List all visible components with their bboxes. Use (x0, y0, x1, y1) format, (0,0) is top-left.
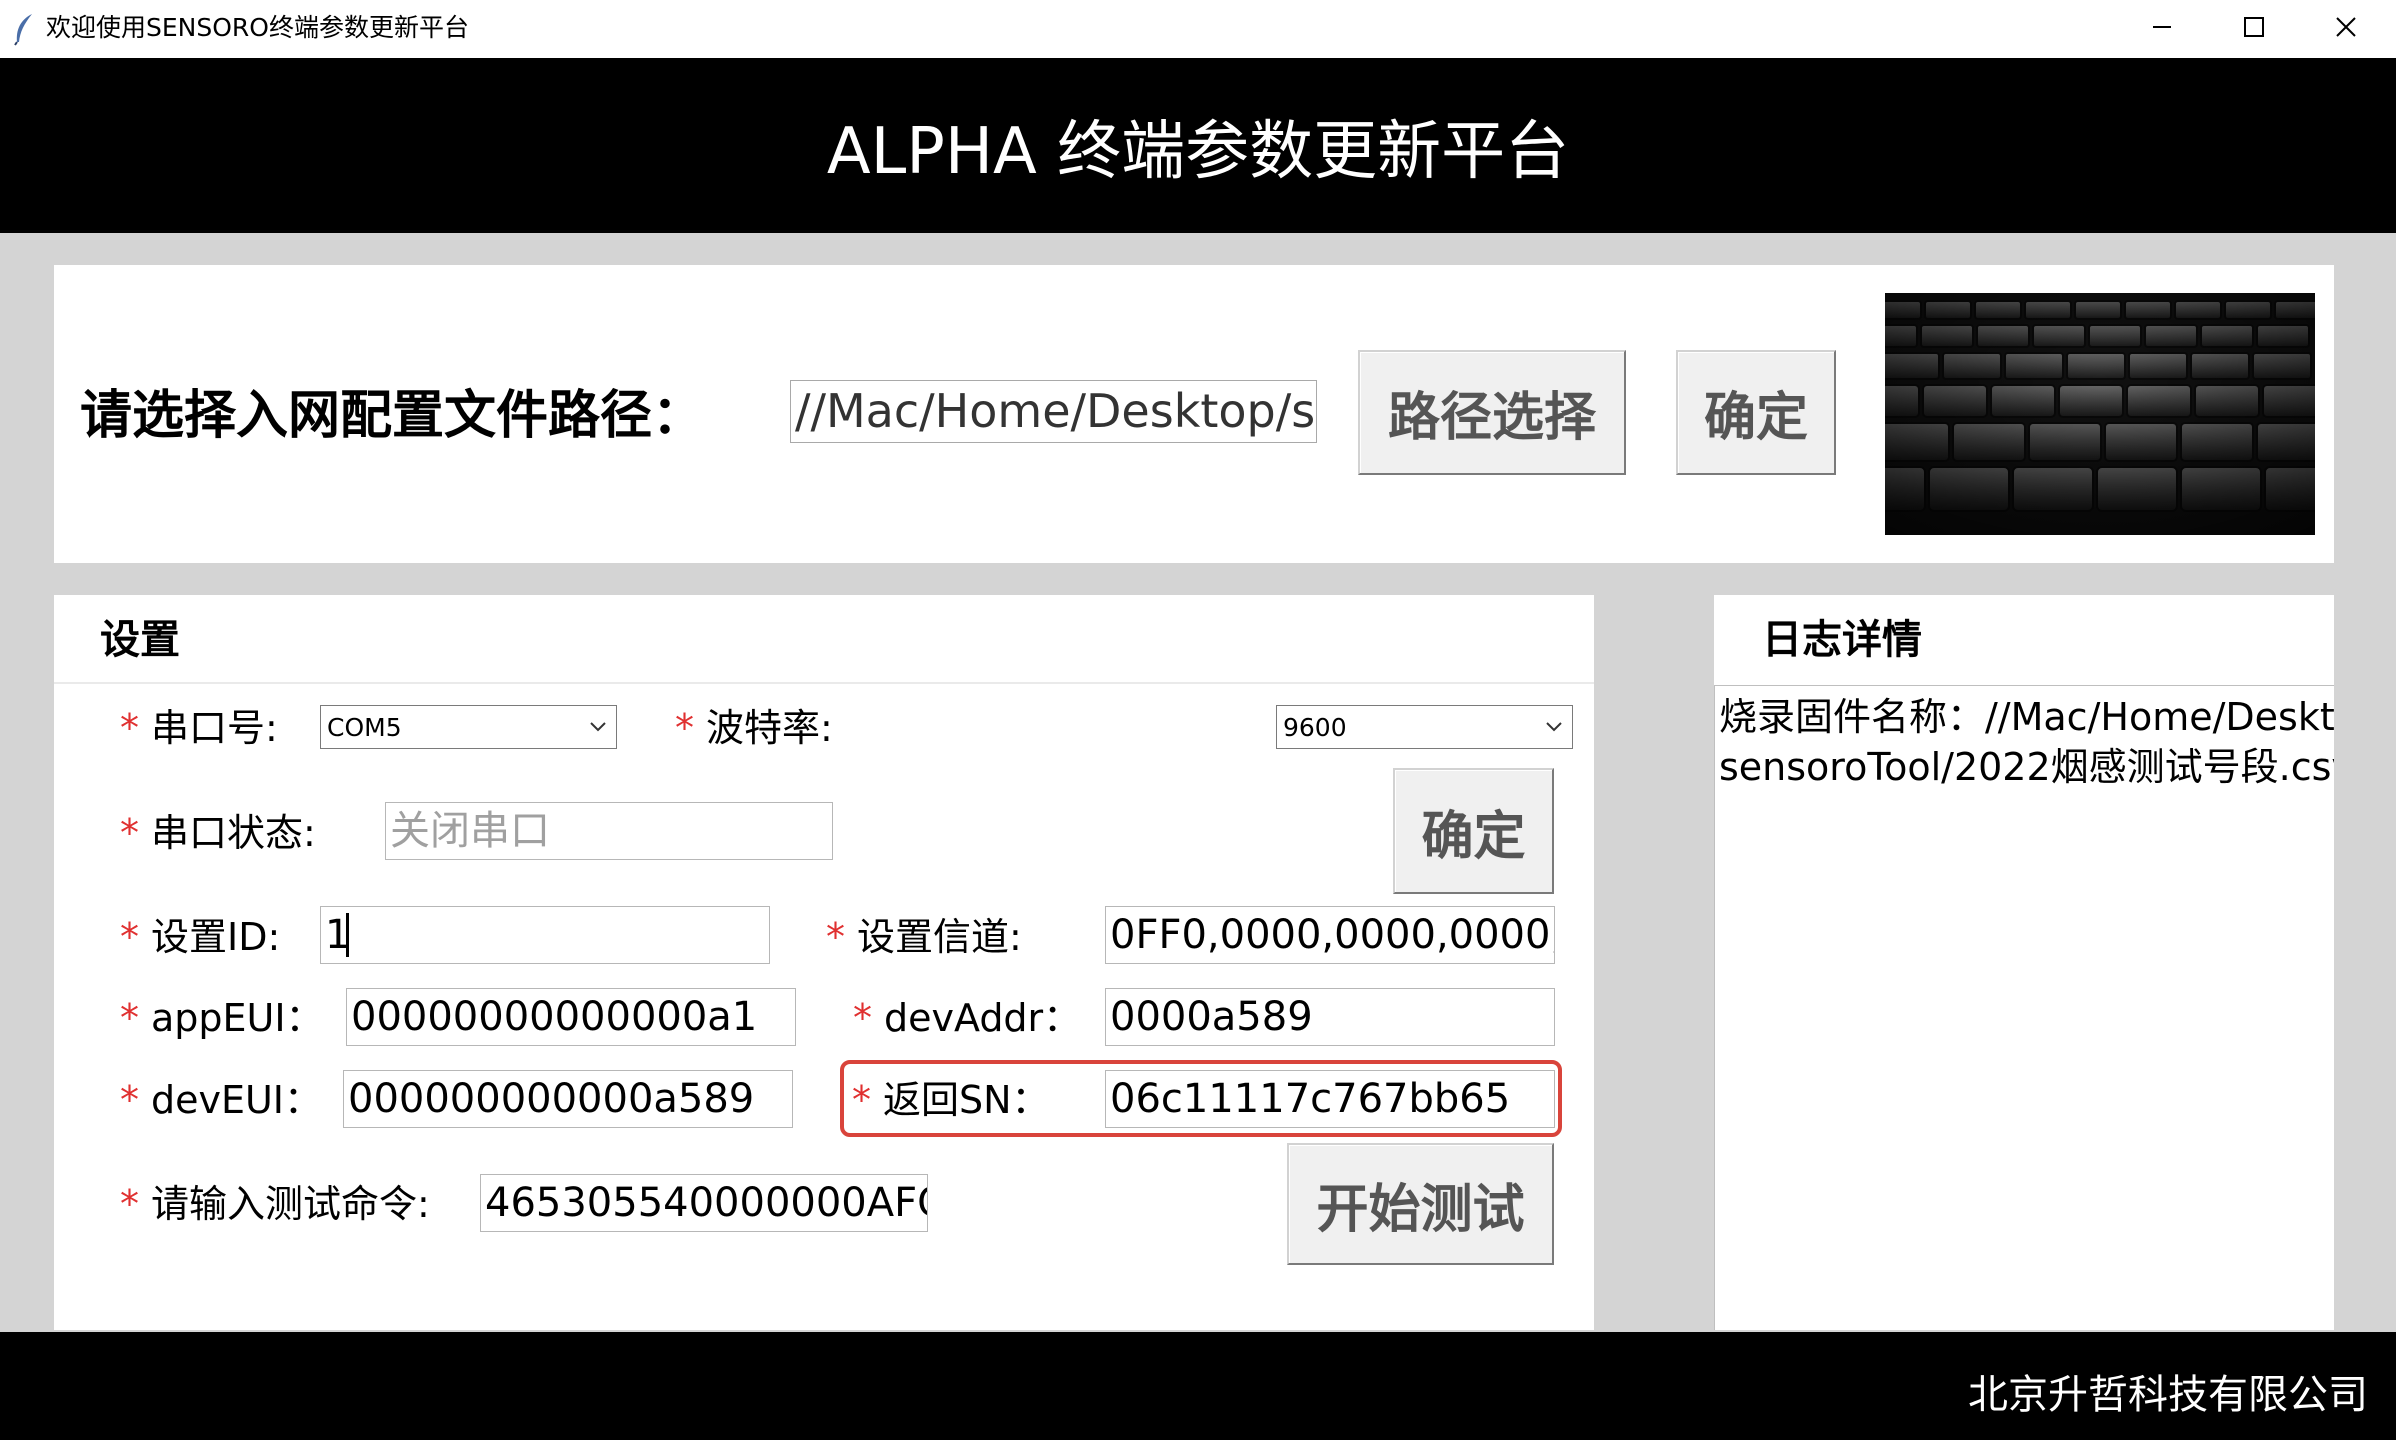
dev-addr-input[interactable]: 0000a589 (1105, 988, 1555, 1046)
required-mark: * (120, 1182, 139, 1226)
app-eui-label: * appEUI： (120, 996, 324, 1040)
dev-addr-label: * devAddr： (853, 996, 1082, 1040)
required-mark: * (120, 1078, 139, 1122)
required-mark: * (675, 706, 694, 750)
serial-confirm-button[interactable]: 确定 (1393, 768, 1554, 894)
minimize-icon (2153, 26, 2171, 28)
close-icon (2336, 17, 2356, 37)
maximize-button[interactable] (2208, 0, 2300, 54)
return-sn-field: 06c11117c767bb65 (1105, 1070, 1555, 1128)
serial-status-field: 关闭串口 (385, 802, 833, 860)
settings-title: 设置 (100, 617, 180, 663)
test-command-label: * 请输入测试命令: (120, 1182, 430, 1226)
text-cursor (346, 913, 349, 957)
return-sn-label: * 返回SN： (852, 1078, 1050, 1122)
required-mark: * (853, 996, 872, 1040)
required-mark: * (120, 811, 139, 855)
maximize-icon (2244, 17, 2264, 37)
path-label: 请选择入网配置文件路径： (80, 386, 705, 446)
required-mark: * (120, 996, 139, 1040)
app-header: ALPHA 终端参数更新平台 (0, 58, 2396, 233)
serial-status-label: * 串口状态: (120, 811, 316, 855)
baud-rate-select[interactable]: 9600 (1276, 705, 1573, 749)
start-test-button[interactable]: 开始测试 (1287, 1143, 1554, 1265)
feather-icon (12, 12, 36, 46)
baud-rate-value: 9600 (1283, 712, 1347, 742)
company-name: 北京升哲科技有限公司 (1968, 1372, 2368, 1418)
path-input[interactable]: //Mac/Home/Desktop/sensoroTool/2022烟感测试号… (790, 380, 1317, 443)
settings-divider (54, 682, 1594, 684)
log-title: 日志详情 (1762, 617, 1922, 663)
chevron-down-icon (1536, 721, 1572, 733)
path-select-button[interactable]: 路径选择 (1358, 350, 1626, 475)
set-channel-label: * 设置信道: (826, 915, 1022, 959)
required-mark: * (852, 1078, 871, 1122)
chevron-down-icon (580, 721, 616, 733)
close-button[interactable] (2300, 0, 2392, 54)
set-id-label: * 设置ID: (120, 915, 281, 959)
serial-port-select[interactable]: COM5 (320, 705, 617, 749)
required-mark: * (120, 706, 139, 750)
window-title: 欢迎使用SENSORO终端参数更新平台 (46, 13, 469, 42)
required-mark: * (120, 915, 139, 959)
set-channel-input[interactable]: 0FF0,0000,0000,0000,0000 (1105, 906, 1555, 964)
path-confirm-button[interactable]: 确定 (1676, 350, 1836, 475)
serial-port-value: COM5 (327, 712, 402, 742)
dev-eui-input[interactable]: 000000000000a589 (343, 1070, 793, 1128)
log-textarea[interactable]: 烧录固件名称：//Mac/Home/Desktop/ sensoroTool/2… (1714, 685, 2334, 1330)
test-command-input[interactable]: 465305540000000AFC (480, 1174, 928, 1232)
app-eui-input[interactable]: 00000000000000a1 (346, 988, 796, 1046)
set-id-input[interactable]: 1 (320, 906, 770, 964)
minimize-button[interactable] (2116, 0, 2208, 54)
dev-eui-label: * devEUI： (120, 1078, 323, 1122)
keyboard-image (1885, 293, 2315, 535)
required-mark: * (826, 915, 845, 959)
app-title: ALPHA 终端参数更新平台 (826, 114, 1570, 189)
serial-port-label: * 串口号: (120, 706, 278, 750)
baud-rate-label: * 波特率: (675, 706, 833, 750)
